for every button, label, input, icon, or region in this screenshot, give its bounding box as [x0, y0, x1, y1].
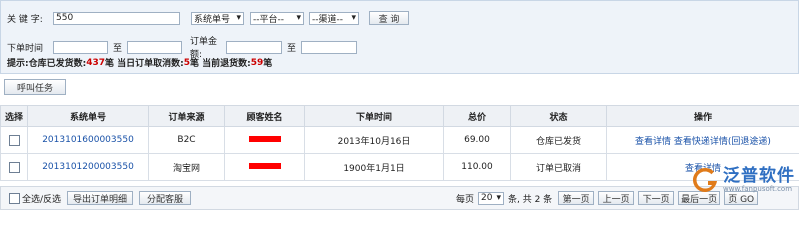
header-select: 选择 [0, 105, 28, 127]
returned-count: 59 [250, 57, 264, 68]
shipped-count: 437 [86, 57, 105, 68]
total-text: 条, 共 2 条 [508, 194, 553, 205]
header-order-no: 系统单号 [27, 105, 149, 127]
channel-select-value: --渠道-- [312, 14, 343, 25]
select-all-checkbox[interactable] [9, 192, 20, 204]
select-all-label: 全选/反选 [22, 194, 62, 205]
query-button[interactable]: 查 询 [369, 11, 409, 25]
to-label-1: 至 [113, 43, 123, 54]
next-page-button[interactable]: 下一页 [638, 191, 675, 205]
header-source: 订单来源 [148, 105, 225, 127]
source-cell: B2C [148, 126, 225, 154]
call-task-button[interactable]: 呼叫任务 [4, 79, 66, 95]
brand-logo-icon [693, 168, 717, 192]
export-button[interactable]: 导出订单明细 [67, 191, 134, 205]
time-cell: 2013年10月16日 [304, 126, 444, 154]
watermark-text: 泛普软件 www.fanpusoft.com [723, 167, 795, 193]
header-total: 总价 [443, 105, 511, 127]
amount-min-input[interactable] [226, 40, 283, 54]
keyword-input[interactable]: 550 [53, 11, 180, 25]
first-page-button[interactable]: 第一页 [558, 191, 595, 205]
header-status: 状态 [510, 105, 607, 127]
tip-unit-2: 笔 当前退货数: [190, 59, 251, 69]
per-page-select[interactable]: 20 ▾ [478, 191, 505, 205]
status-cell: 订单已取消 [510, 153, 607, 181]
order-time-end-input[interactable] [127, 40, 183, 54]
field-select[interactable]: 系统单号 ▾ [191, 11, 244, 25]
prev-page-button[interactable]: 上一页 [598, 191, 635, 205]
to-label-2: 至 [287, 43, 297, 54]
keyword-row: 关 键 字: 550 系统单号 ▾ --平台-- ▾ --渠道-- ▾ 查 询 [7, 11, 409, 25]
view-details-link[interactable]: 查看详情 查看快递详情(回退途递) [635, 137, 771, 147]
tip-prefix: 提示:仓库已发货数: [7, 59, 87, 69]
channel-select[interactable]: --渠道-- ▾ [309, 11, 359, 25]
per-page-value: 20 [481, 193, 493, 203]
orders-table: 选择 系统单号 订单来源 顾客姓名 下单时间 总价 状态 操作 20131016… [0, 105, 799, 181]
source-cell: 淘宝网 [148, 153, 225, 181]
customer-name-redacted [248, 136, 281, 142]
tip-unit-3: 笔 [263, 59, 273, 69]
chevron-down-icon: ▾ [351, 13, 356, 23]
search-panel: 关 键 字: 550 系统单号 ▾ --平台-- ▾ --渠道-- ▾ 查 询 下单时… [0, 0, 799, 74]
brand-url: www.fanpusoft.com [723, 185, 793, 193]
platform-select-value: --平台-- [253, 14, 284, 25]
field-select-value: 系统单号 [194, 14, 231, 25]
footer-bar: 全选/反选 导出订单明细 分配客服 每页 20 ▾ 条, 共 2 条 第一页 上一… [0, 186, 799, 210]
header-time: 下单时间 [304, 105, 444, 127]
amount-max-input[interactable] [301, 40, 358, 54]
table-header-row: 选择 系统单号 订单来源 顾客姓名 下单时间 总价 状态 操作 [0, 105, 799, 127]
order-time-label: 下单时间 [7, 43, 44, 54]
brand-name: 泛普软件 [723, 166, 795, 186]
chevron-down-icon: ▾ [496, 193, 502, 203]
total-cell: 69.00 [443, 126, 511, 154]
time-cell: 1900年1月1日 [304, 153, 444, 181]
chevron-down-icon: ▾ [296, 13, 301, 23]
assign-button[interactable]: 分配客服 [139, 191, 192, 205]
watermark-logo: 泛普软件 www.fanpusoft.com [690, 166, 795, 194]
footer-left: 全选/反选 导出订单明细 分配客服 [9, 191, 192, 205]
order-no-link[interactable]: 2013101600003550 [42, 135, 134, 145]
tip-line: 提示:仓库已发货数: 437 笔 当日订单取消数: 5 笔 当前退货数: 59 … [7, 56, 273, 70]
total-cell: 110.00 [443, 153, 511, 181]
header-actions: 操作 [606, 105, 799, 127]
row-checkbox[interactable] [8, 161, 20, 173]
tip-unit-1: 笔 当日订单取消数: [105, 59, 184, 69]
order-no-link[interactable]: 2013101200003550 [42, 162, 134, 172]
chevron-down-icon: ▾ [236, 13, 241, 23]
per-page-label: 每页 [456, 194, 475, 205]
table-row: 2013101600003550 B2C 2013年10月16日 69.00 仓… [0, 126, 799, 154]
row-checkbox[interactable] [8, 134, 20, 146]
table-row: 2013101200003550 淘宝网 1900年1月1日 110.00 订单… [0, 153, 799, 181]
status-cell: 仓库已发货 [510, 126, 607, 154]
header-customer: 顾客姓名 [224, 105, 305, 127]
customer-name-redacted [248, 163, 281, 169]
order-time-start-input[interactable] [53, 40, 108, 54]
keyword-label: 关 键 字: [7, 14, 43, 25]
platform-select[interactable]: --平台-- ▾ [250, 11, 304, 25]
